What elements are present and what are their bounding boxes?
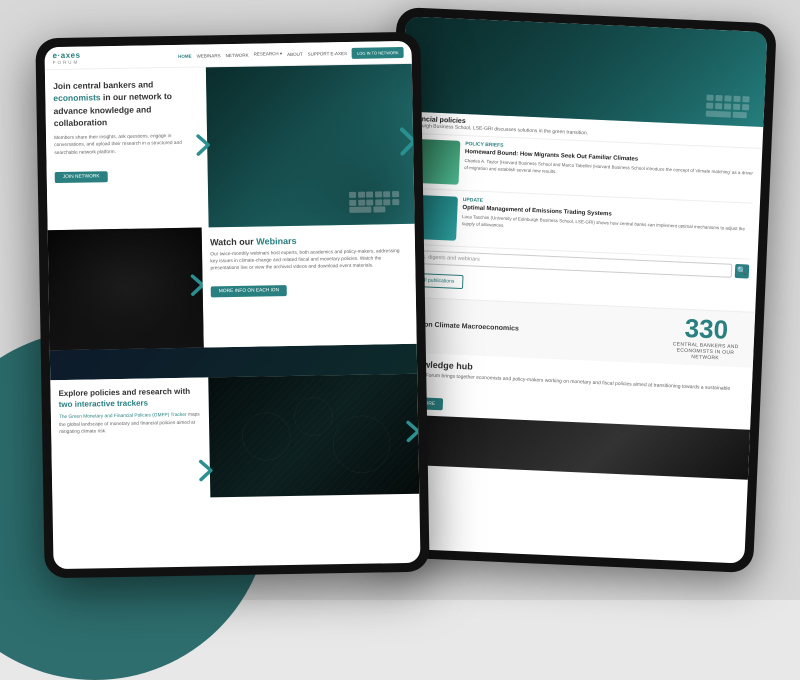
front-webinar-image	[48, 228, 204, 351]
front-hero-section: Join central bankers and economists in o…	[45, 64, 415, 230]
tablet-back-screen: financial policies Edinburgh Business Sc…	[383, 16, 768, 563]
policies-image-chevron	[406, 420, 419, 447]
front-policies-desc: The Green Monetary and Financial Policie…	[59, 412, 201, 436]
front-policies-image	[208, 374, 419, 498]
back-search-button[interactable]: 🔍	[735, 263, 750, 278]
nav-login-button[interactable]: LOG IN TO NETWORK	[352, 46, 404, 58]
nav-home[interactable]: HOME	[178, 53, 192, 58]
front-hero-text: Join central bankers and economists in o…	[45, 67, 209, 230]
policies-section-chevron	[198, 459, 212, 486]
front-webinar-description: Our twice-monthly webinars host experts,…	[210, 248, 407, 273]
front-join-button[interactable]: JOIN NETWORK	[55, 171, 108, 183]
back-articles-section: POLICY BRIEFS Homeward Bound: How Migran…	[394, 133, 763, 312]
back-hero-image	[402, 16, 768, 127]
nav-webinars[interactable]: WEBINARS	[197, 53, 221, 58]
front-policies-text: Explore policies and research with two i…	[50, 377, 210, 500]
tablet-front-screen: e·axes FORUM HOME WEBINARS NETWORK RESEA…	[44, 41, 420, 569]
webinar-image-chevron	[191, 274, 204, 301]
front-policies-title: Explore policies and research with two i…	[58, 386, 200, 411]
hero-section-chevron	[196, 134, 210, 161]
front-policies-section: Explore policies and research with two i…	[50, 374, 419, 500]
nav-research[interactable]: RESEARCH ▾	[254, 51, 283, 57]
back-article-1: POLICY BRIEFS Homeward Bound: How Migran…	[406, 138, 754, 203]
front-webinar-title: Watch our Webinars	[210, 234, 407, 247]
tablet-front: e·axes FORUM HOME WEBINARS NETWORK RESEA…	[35, 32, 429, 579]
nav-about[interactable]: ABOUT	[287, 51, 303, 56]
front-nav-links: HOME WEBINARS NETWORK RESEARCH ▾ ABOUT S…	[178, 46, 404, 61]
back-article-2: UPDATE Optimal Management of Emissions T…	[404, 194, 752, 259]
front-hero-description: Members share their insights, ask questi…	[54, 133, 200, 157]
front-logo: e·axes FORUM	[53, 51, 81, 65]
front-hero-image	[206, 64, 414, 228]
front-webinar-text: Watch our Webinars Our twice-monthly web…	[202, 224, 417, 348]
front-webinar-button[interactable]: MORE INFO ON EACH ION	[211, 285, 287, 297]
front-webinar-section: Watch our Webinars Our twice-monthly web…	[48, 224, 417, 350]
hero-chevron-deco	[400, 127, 415, 160]
nav-support[interactable]: SUPPORT E-AXES	[308, 50, 347, 56]
front-hero-title: Join central bankers and economists in o…	[53, 78, 199, 130]
tablet-back: financial policies Edinburgh Business Sc…	[373, 7, 777, 573]
nav-network[interactable]: NETWORK	[226, 52, 249, 57]
